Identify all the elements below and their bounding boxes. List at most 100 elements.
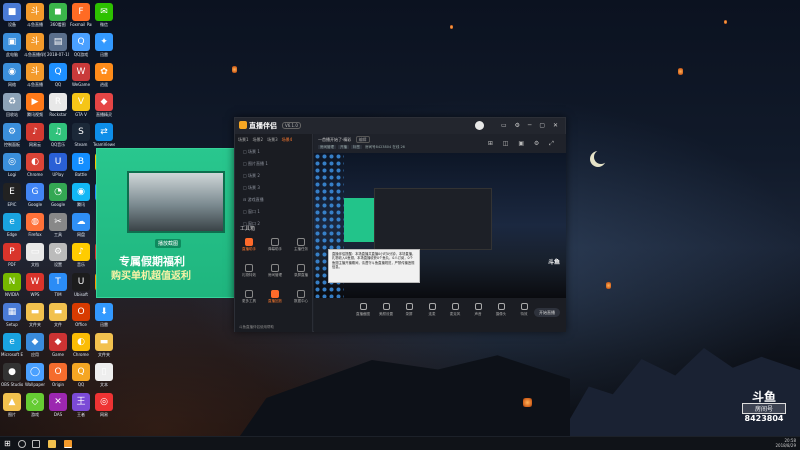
desktop-icon[interactable]: U Ubisoft (70, 273, 92, 297)
desktop-icon[interactable]: ◇ 游戏 (24, 393, 46, 417)
scene-item[interactable]: □ 图片直播 1 (235, 158, 312, 170)
scene-tab[interactable]: 场景4 (282, 137, 293, 143)
desktop-icon[interactable]: ⚙ 设置 (47, 243, 69, 267)
toolbox-item[interactable]: 数据中心 (290, 290, 312, 304)
desktop-icon[interactable]: ◐ Chrome (24, 153, 46, 177)
avatar[interactable] (475, 121, 484, 130)
desktop-icon[interactable]: 斗斗鱼直播 (24, 3, 46, 27)
desktop-icon[interactable]: 斗斗鱼直播 (24, 63, 46, 87)
desktop-icon[interactable]: E EPIC (1, 183, 23, 207)
desktop-icon[interactable]: U UPlay (47, 153, 69, 177)
file-explorer-icon[interactable] (48, 440, 56, 448)
desktop-icon[interactable]: R Rockstar (47, 93, 69, 117)
desktop-icon[interactable]: ☁ 网盘 (70, 213, 92, 237)
scene-tab[interactable]: 场景3 (267, 137, 278, 143)
control-button[interactable]: 摄像头 (492, 303, 510, 317)
desktop-icon[interactable]: ✦ 迅雷 (93, 33, 115, 57)
desktop-icon[interactable]: ✂ 工具 (47, 213, 69, 237)
desktop-icon[interactable]: eMicrosoft Edge (1, 333, 23, 357)
desktop-icon[interactable]: ♻ 回收站 (1, 93, 23, 117)
desktop-icon[interactable]: ⇄ TeamViewer (93, 123, 115, 147)
scene-tab[interactable]: 场景1 (238, 137, 249, 143)
desktop-icon[interactable]: V GTA V (70, 93, 92, 117)
desktop-icon[interactable]: ✕ DAS (47, 393, 69, 417)
control-button[interactable]: 声音 (469, 303, 487, 317)
desktop-icon[interactable]: ◉ 网络 (1, 63, 23, 87)
desktop-icon[interactable]: Q QQ (47, 63, 69, 87)
desktop-icon[interactable]: G Google (24, 183, 46, 207)
control-button[interactable]: 麦克风 (446, 303, 464, 317)
control-button[interactable]: 录屏 (400, 303, 418, 317)
desktop-icon[interactable]: B Battle (70, 153, 92, 177)
desktop-icon[interactable]: W WPS (24, 273, 46, 297)
control-button[interactable]: 连麦 (423, 303, 441, 317)
preview-toolbar[interactable]: ⊞ ◫ ▣ ⚙ ⤢ (488, 140, 558, 148)
desktop-icon[interactable]: Q QQ游戏 (70, 33, 92, 57)
edit-title-button[interactable]: 编辑 (355, 136, 370, 143)
toolbox-item[interactable]: 直播回放 (264, 290, 286, 304)
desktop-icon[interactable]: ▲ 图片 (1, 393, 23, 417)
desktop-icon[interactable]: ♪ 音乐 (70, 243, 92, 267)
scene-tabs[interactable]: 场景1 场景2 场景3 场景4 (235, 134, 312, 146)
toolbox-item[interactable]: 录屏直播 (290, 264, 312, 278)
desktop-icon[interactable]: O Origin (47, 363, 69, 387)
help-link[interactable]: 斗鱼直播伴侣使用帮助 (239, 325, 274, 330)
desktop-icon[interactable]: ▭ 文档 (24, 243, 46, 267)
scene-item[interactable]: ⊟ 游戏直播 (235, 194, 312, 206)
desktop-icon[interactable]: P PDF (1, 243, 23, 267)
desktop-icon[interactable]: ⚙ 控制面板 (1, 123, 23, 147)
desktop-icon[interactable]: ♪ 网易云 (24, 123, 46, 147)
desktop-icon[interactable]: Q QQ (70, 363, 92, 387)
toolbox-item[interactable]: 弹幕助手 (264, 238, 286, 252)
desktop-icon[interactable]: S Steam (70, 123, 92, 147)
desktop-icon[interactable]: ⬇ 迅雷 (93, 303, 115, 327)
desktop-icon[interactable]: O Office (70, 303, 92, 327)
desktop-icon[interactable]: ◆ 直播精灵 (93, 93, 115, 117)
start-live-button[interactable]: 开始直播 (534, 308, 560, 317)
desktop-icon[interactable]: ♫ QQ音乐 (47, 123, 69, 147)
desktop-icon[interactable]: e Edge (1, 213, 23, 237)
desktop-icon[interactable]: ◆ 应用 (24, 333, 46, 357)
desktop-icon[interactable]: ▶ 腾讯视频 (24, 93, 46, 117)
desktop-icon[interactable]: 斗斗鱼直播伴侣 (24, 33, 46, 57)
desktop-icon[interactable]: ● OBS Studio (1, 363, 23, 387)
desktop-icon[interactable]: ▣ 此电脑 (1, 33, 23, 57)
desktop-icon[interactable]: ✉ 微信 (93, 3, 115, 27)
preview-canvas[interactable]: 直播伴侣提醒：本场直播共直播0小时0分钟，本场直播，礼物收入0鱼翅，本场直播收获… (314, 153, 566, 298)
desktop-icon[interactable]: ▬ 文件夹 (24, 303, 46, 327)
control-button[interactable]: 美颜设置 (377, 303, 395, 317)
streaming-app-window[interactable]: 直播伴侣 V6.1.0 ▭ ⚙ ─ ▢ ✕ 场景1 场景2 场景3 场景4 □ 场景 … (234, 117, 566, 332)
desktop-icon[interactable]: ▦ Setup (1, 303, 23, 327)
desktop-icon[interactable]: ▯ 文本 (93, 363, 115, 387)
task-view-icon[interactable] (32, 440, 40, 448)
desktop-icon[interactable]: T TIM (47, 273, 69, 297)
toolbox-item[interactable]: 礼物特效 (238, 264, 260, 278)
toolbox-item[interactable]: 直播助手 (238, 238, 260, 252)
start-icon[interactable]: ⊞ (4, 440, 12, 448)
desktop-icon[interactable]: 王王者 (70, 393, 92, 417)
desktop-icon[interactable]: ◉ 腾讯 (70, 183, 92, 207)
desktop-icon[interactable]: ▬ 文件夹 (93, 333, 115, 357)
desktop-icon[interactable]: ◆ Game (47, 333, 69, 357)
promo-banner[interactable]: 播放截图 专属假期福利 购买单机超值返利 (96, 148, 236, 298)
desktop-icon[interactable]: ▤ 2018-07-10 (47, 33, 69, 57)
search-icon[interactable] (18, 440, 26, 448)
scene-item[interactable]: □ 场景 2 (235, 170, 312, 182)
desktop-icon[interactable]: ◯ Wallpaper (24, 363, 46, 387)
toolbox-item[interactable]: 主播任务 (290, 238, 312, 252)
window-controls[interactable]: ▭ ⚙ ─ ▢ ✕ (501, 122, 561, 129)
scene-item[interactable]: □ 场景 1 (235, 146, 312, 158)
toolbox-item[interactable]: 更多工具 (238, 290, 260, 304)
scene-item[interactable]: □ 窗口 1 (235, 206, 312, 218)
room-chip[interactable]: 标签 (351, 145, 362, 149)
toolbox-item[interactable]: 房间管理 (264, 264, 286, 278)
desktop-icon[interactable]: ◍ Firefox (24, 213, 46, 237)
room-chip[interactable]: 开播 (338, 145, 349, 149)
desktop-icon[interactable]: ◔ Google (47, 183, 69, 207)
desktop-icon[interactable]: ▬ 文件 (47, 303, 69, 327)
desktop-icon[interactable]: W WeGame (70, 63, 92, 87)
desktop-icon[interactable]: ◎ Logi (1, 153, 23, 177)
desktop-icon[interactable]: ◎ 网易 (93, 393, 115, 417)
desktop-icon[interactable]: FFoxmail Party (70, 3, 92, 27)
version-badge[interactable]: V6.1.0 (282, 122, 301, 129)
